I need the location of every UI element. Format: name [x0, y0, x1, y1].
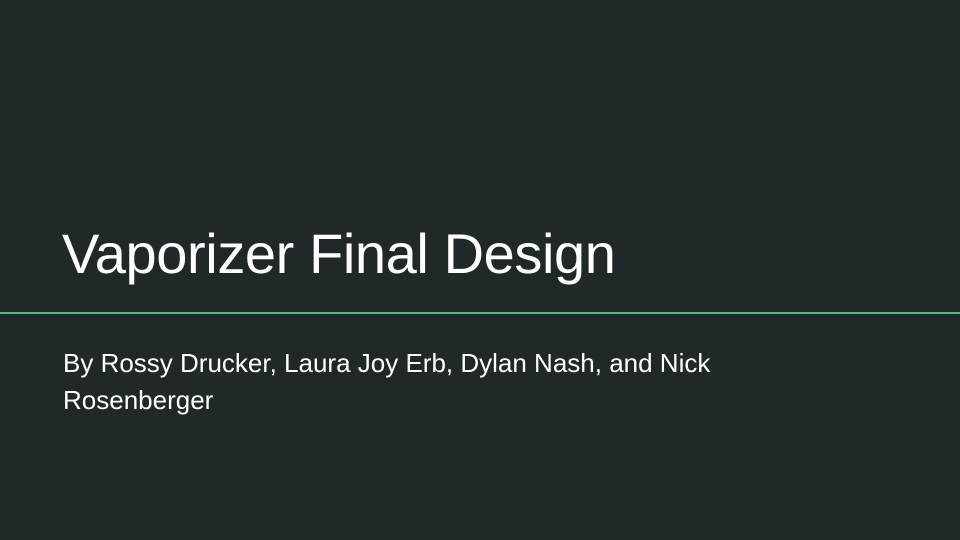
slide-title: Vaporizer Final Design — [62, 222, 616, 285]
title-slide: Vaporizer Final Design By Rossy Drucker,… — [0, 0, 960, 540]
accent-divider — [0, 312, 960, 314]
slide-subtitle: By Rossy Drucker, Laura Joy Erb, Dylan N… — [63, 348, 711, 415]
